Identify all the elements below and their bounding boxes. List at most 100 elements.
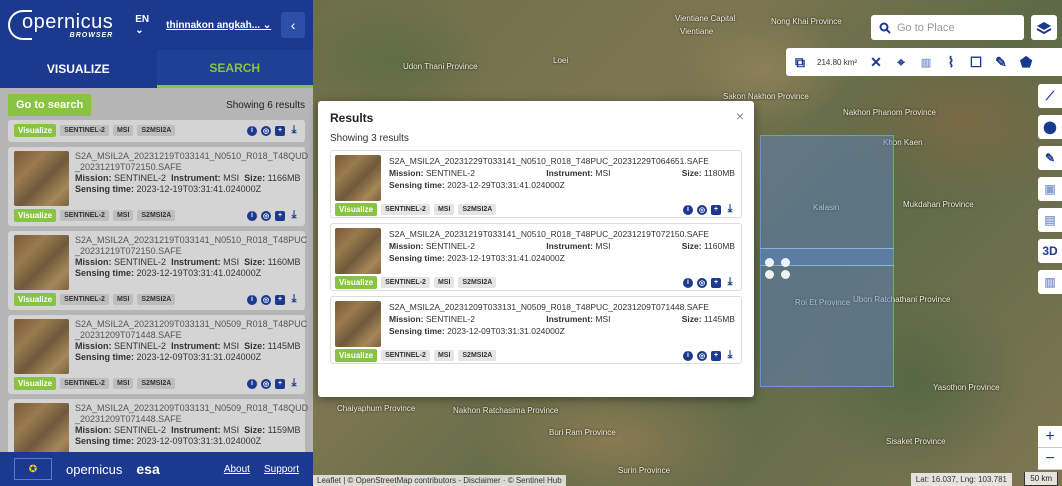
support-link[interactable]: Support [264, 464, 299, 475]
tag-instrument: MSI [433, 350, 455, 361]
locate-icon[interactable]: ◎ [697, 350, 707, 361]
visualize-button[interactable]: Visualize [14, 293, 57, 306]
3d-icon[interactable]: 3D [1038, 239, 1062, 263]
language-select[interactable]: EN ⌄ [135, 14, 158, 36]
copy-icon[interactable]: ⧉ [792, 54, 808, 70]
mission-label: Mission: [75, 257, 112, 267]
sensing-value: 2023-12-29T03:31:41.024000Z [447, 180, 565, 190]
map-place-label: Chaiyaphum Province [337, 404, 416, 413]
map-attribution[interactable]: Leaflet | © OpenStreetMap contributors -… [313, 475, 566, 486]
visualize-button[interactable]: Visualize [335, 203, 378, 216]
info-icon[interactable]: i [247, 125, 257, 136]
add-to-map-icon[interactable]: + [275, 294, 285, 305]
locate-icon[interactable]: ◎ [261, 294, 271, 305]
info-icon[interactable]: i [683, 204, 693, 215]
add-to-map-icon[interactable]: + [275, 125, 285, 136]
add-to-map-icon[interactable]: + [711, 277, 721, 288]
image-download-icon[interactable]: ▣ [1038, 177, 1062, 201]
route-icon[interactable]: ⟋ [1038, 84, 1062, 108]
download-icon[interactable]: ⤓ [289, 209, 299, 221]
collapse-sidebar-button[interactable]: ‹ [281, 12, 305, 38]
info-icon[interactable]: i [247, 378, 257, 389]
info-icon[interactable]: i [683, 277, 693, 288]
poi-marker-icon[interactable]: ⬤ [1038, 115, 1062, 139]
info-icon[interactable]: i [247, 294, 257, 305]
result-card[interactable]: S2A_MSIL2A_20231219T033141_N0510_R018_T4… [8, 231, 307, 310]
locate-icon[interactable]: ◎ [697, 204, 707, 215]
result-thumbnail[interactable] [335, 155, 381, 201]
download-icon[interactable]: ⤓ [725, 349, 735, 361]
tag-product-type: S2MSI2A [137, 294, 176, 305]
about-link[interactable]: About [224, 464, 250, 475]
result-thumbnail[interactable] [14, 319, 69, 374]
histogram-icon[interactable]: ▥ [1038, 270, 1062, 294]
rectangle-icon[interactable]: ☐ [968, 54, 984, 70]
locate-icon[interactable]: ◎ [261, 210, 271, 221]
mission-value: SENTINEL-2 [114, 257, 167, 267]
sensing-label: Sensing time: [75, 436, 135, 446]
remove-aoi-icon[interactable]: ✕ [868, 54, 884, 70]
line-chart-icon[interactable]: ⌇ [943, 54, 959, 70]
instrument-value: MSI [595, 168, 611, 178]
add-to-map-icon[interactable]: + [711, 350, 721, 361]
download-icon[interactable]: ⤓ [289, 124, 299, 136]
add-to-map-icon[interactable]: + [711, 204, 721, 215]
result-thumbnail[interactable] [335, 228, 381, 274]
user-menu[interactable]: thinnakon angkah... ⌄ [166, 20, 271, 31]
info-icon[interactable]: i [247, 210, 257, 221]
download-icon[interactable]: ⤓ [289, 293, 299, 305]
visualize-button[interactable]: Visualize [335, 349, 378, 362]
result-card[interactable]: S2A_MSIL2A_20231219T033141_N0510_R018_T4… [8, 147, 309, 226]
tag-mission: SENTINEL-2 [60, 210, 109, 221]
close-icon[interactable]: × [736, 108, 744, 124]
result-card[interactable]: S2A_MSIL2A_20231209T033131_N0509_R018_T4… [8, 315, 307, 394]
result-thumbnail[interactable] [14, 235, 69, 290]
result-cluster-marker[interactable] [765, 258, 805, 282]
go-to-search-button[interactable]: Go to search [8, 94, 92, 116]
visualize-button[interactable]: Visualize [14, 377, 57, 390]
tab-visualize[interactable]: VISUALIZE [0, 50, 157, 88]
zoom-in-button[interactable]: + [1038, 426, 1062, 448]
layers-button[interactable] [1031, 15, 1057, 40]
visualize-button[interactable]: Visualize [14, 209, 57, 222]
results-count: Showing 6 results [226, 99, 305, 111]
result-thumbnail[interactable] [335, 301, 381, 347]
timelapse-icon[interactable]: ▤ [1038, 208, 1062, 232]
map-place-label: Vientiane Capital [675, 14, 736, 23]
size-label: Size: [244, 173, 266, 183]
goto-place-input[interactable]: Go to Place [871, 15, 1024, 40]
size-label: Size: [681, 314, 702, 324]
visualize-button[interactable]: Visualize [14, 124, 57, 137]
size-value: 1166MB [267, 173, 301, 183]
mission-value: SENTINEL-2 [425, 314, 475, 324]
pencil-icon[interactable]: ✎ [993, 54, 1009, 70]
ruler-icon[interactable]: ✎ [1038, 146, 1062, 170]
crosshair-icon[interactable]: ⌖ [893, 54, 909, 70]
download-icon[interactable]: ⤓ [289, 377, 299, 389]
instrument-label: Instrument: [171, 341, 221, 351]
result-thumbnail[interactable] [14, 151, 69, 206]
modal-result-card[interactable]: S2A_MSIL2A_20231219T033141_N0510_R018_T4… [330, 223, 742, 291]
tab-search[interactable]: SEARCH [156, 50, 313, 88]
download-icon[interactable]: ⤓ [725, 203, 735, 215]
result-name: S2A_MSIL2A_20231219T033141_N0510_R018_T4… [75, 151, 309, 172]
polygon-icon[interactable]: ⬟ [1018, 54, 1034, 70]
modal-result-card[interactable]: S2A_MSIL2A_20231229T033141_N0510_R018_T4… [330, 150, 742, 218]
tag-instrument: MSI [433, 277, 455, 288]
locate-icon[interactable]: ◎ [261, 378, 271, 389]
add-to-map-icon[interactable]: + [275, 378, 285, 389]
bar-chart-icon[interactable]: ▥ [918, 54, 934, 70]
info-icon[interactable]: i [683, 350, 693, 361]
locate-icon[interactable]: ◎ [261, 125, 271, 136]
locate-icon[interactable]: ◎ [697, 277, 707, 288]
visualize-button[interactable]: Visualize [335, 276, 378, 289]
instrument-value: MSI [223, 257, 240, 267]
result-card[interactable]: S2A_MSIL2A_20231209T033131_N0509_R018_T4… [8, 399, 308, 452]
result-thumbnail[interactable] [14, 403, 69, 452]
modal-result-card[interactable]: S2A_MSIL2A_20231209T033131_N0509_R018_T4… [330, 296, 742, 364]
download-icon[interactable]: ⤓ [725, 276, 735, 288]
results-modal: Results × Showing 3 results S2A_MSIL2A_2… [318, 101, 754, 397]
mission-label: Mission: [75, 425, 112, 435]
zoom-out-button[interactable]: − [1038, 448, 1062, 470]
add-to-map-icon[interactable]: + [275, 210, 285, 221]
